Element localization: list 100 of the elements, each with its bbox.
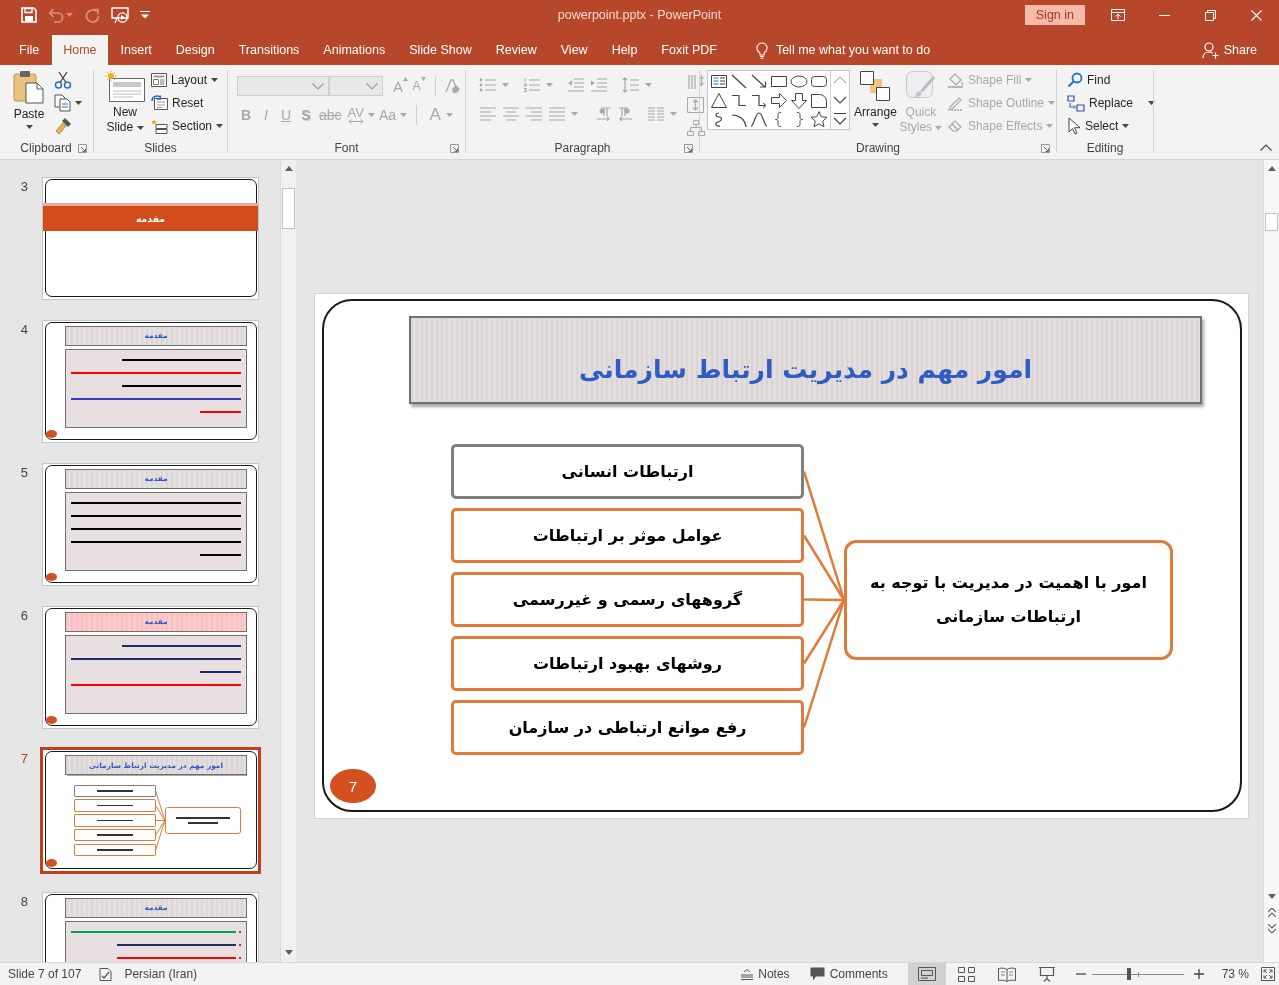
close-icon[interactable] xyxy=(1250,9,1262,21)
arrow-up-icon[interactable] xyxy=(1267,165,1276,171)
slide-number: 5 xyxy=(20,466,28,480)
ribbon-tab[interactable]: Review xyxy=(484,35,548,65)
group-label: Font xyxy=(334,141,359,155)
launcher-icon[interactable] xyxy=(78,143,87,153)
triangle-icon[interactable] xyxy=(709,91,729,110)
ribbon-tab[interactable]: View xyxy=(549,35,599,65)
window-title: powerpoint.pptx - PowerPoint xyxy=(557,8,722,22)
double-chevron-up-icon[interactable] xyxy=(1267,907,1276,917)
tell-me-field[interactable]: Tell me what you want to do xyxy=(775,43,976,57)
notes-button[interactable]: Notes xyxy=(741,963,790,985)
replace-button[interactable]: Replace xyxy=(1067,91,1156,114)
comments-button[interactable]: Comments xyxy=(809,963,888,985)
layout-button[interactable]: Layout xyxy=(151,68,224,91)
caret-icon xyxy=(216,123,224,128)
caret-icon xyxy=(935,125,943,130)
ribbon-tab[interactable]: Animations xyxy=(312,35,397,65)
star-icon[interactable] xyxy=(809,110,829,129)
down-arrow-icon[interactable] xyxy=(789,91,809,110)
notes-icon xyxy=(741,968,754,980)
arrange-button[interactable]: Arrange xyxy=(852,65,899,127)
dropdown-icon[interactable] xyxy=(140,11,150,19)
zoom-level[interactable]: 73 % xyxy=(1221,967,1249,981)
language-indicator[interactable]: Persian (Iran) xyxy=(124,967,198,981)
comment-icon xyxy=(809,967,825,981)
text-line xyxy=(97,834,133,836)
paste-button[interactable]: Paste xyxy=(8,65,50,129)
ribbon-display-icon[interactable] xyxy=(1111,9,1125,21)
scroll-thumb[interactable] xyxy=(282,188,295,229)
plus-icon[interactable] xyxy=(1193,969,1204,979)
arrow-down-icon[interactable] xyxy=(1267,893,1276,899)
ribbon-tab[interactable]: Slide Show xyxy=(398,35,483,65)
find-button[interactable]: Find xyxy=(1067,68,1156,91)
section-icon xyxy=(151,117,168,134)
arrow-line-icon[interactable] xyxy=(749,72,769,91)
replace-icon xyxy=(1067,93,1085,112)
copy-icon[interactable] xyxy=(54,93,71,112)
chevron-down-icon xyxy=(366,82,378,90)
ribbon-tab[interactable]: File xyxy=(8,35,51,65)
caret-icon xyxy=(211,77,219,82)
caret-icon xyxy=(1148,100,1156,105)
select-button[interactable]: Select xyxy=(1067,114,1156,137)
ribbon-tab[interactable]: Transitions xyxy=(227,35,311,65)
paint-bucket-icon xyxy=(946,71,964,88)
group-label: Slides xyxy=(144,141,177,155)
double-chevron-down-icon[interactable] xyxy=(1267,923,1276,933)
save-icon[interactable] xyxy=(21,7,37,23)
scroll-thumb[interactable] xyxy=(1265,213,1278,231)
chevron-down-icon xyxy=(312,82,324,90)
ribbon-tab[interactable]: Foxit PDF xyxy=(650,35,728,65)
ribbon-tab[interactable]: Home xyxy=(52,35,108,65)
minus-icon[interactable] xyxy=(1075,973,1086,975)
restore-icon[interactable] xyxy=(1204,9,1216,21)
projector-screen-icon xyxy=(1037,966,1056,982)
text-line xyxy=(97,849,133,851)
slider-thumb[interactable] xyxy=(1126,968,1131,980)
text-box-icon[interactable] xyxy=(709,72,729,91)
topic-node: رفع موانع ارتباطی در سازمان xyxy=(451,700,804,755)
ribbon-tab[interactable]: Insert xyxy=(109,35,163,65)
fit-to-window-icon[interactable] xyxy=(1261,967,1275,981)
share-button[interactable]: Share xyxy=(1201,35,1257,65)
caret-icon xyxy=(1046,123,1054,128)
minimize-icon[interactable] xyxy=(1158,14,1170,16)
cursor-icon xyxy=(1067,116,1081,135)
rounded-corner-shape-icon[interactable] xyxy=(809,91,829,110)
scissors-icon[interactable] xyxy=(54,70,72,89)
ribbon-tab[interactable]: Design xyxy=(164,35,226,65)
section-button[interactable]: Section xyxy=(151,114,224,137)
lightbulb-icon[interactable] xyxy=(755,41,768,59)
arrow-up-icon[interactable] xyxy=(284,165,293,171)
reset-icon xyxy=(151,95,168,110)
ribbon-tab[interactable]: Help xyxy=(600,35,649,65)
slide-counter: Slide 7 of 107 xyxy=(8,967,82,981)
paintbrush-icon[interactable] xyxy=(54,116,72,135)
launcher-icon[interactable] xyxy=(450,143,459,153)
arrow-down-icon[interactable] xyxy=(284,949,293,955)
launcher-icon[interactable] xyxy=(684,143,693,153)
caret-icon xyxy=(136,125,144,130)
launcher-icon[interactable] xyxy=(1041,143,1050,153)
slide-thumbnail[interactable]: مقدمه xyxy=(42,177,259,300)
oval-icon[interactable] xyxy=(789,72,809,91)
normal-view-button[interactable] xyxy=(907,963,946,985)
scrollbar[interactable] xyxy=(1263,160,1279,962)
reset-button[interactable]: Reset xyxy=(151,91,224,114)
scrollbar[interactable] xyxy=(280,160,296,962)
curve-icon[interactable] xyxy=(749,110,769,129)
grid-icon xyxy=(958,966,976,982)
new-slide-button[interactable]: New Slide xyxy=(101,65,149,135)
summary-node: امور با اهمیت در مدیریت با توجه به ارتباطات سازمانی xyxy=(844,540,1173,660)
overlapping-squares-icon xyxy=(859,70,892,102)
presentation-icon[interactable] xyxy=(111,6,129,24)
double-arrow-icon xyxy=(347,118,364,124)
group-label: Clipboard xyxy=(20,141,72,155)
caret-icon[interactable] xyxy=(75,100,82,105)
right-arrow-icon[interactable] xyxy=(769,91,789,110)
sign-in-button[interactable]: Sign in xyxy=(1024,5,1085,25)
line-icon[interactable] xyxy=(729,72,749,91)
chevron-up-icon[interactable] xyxy=(1260,144,1272,151)
text-line xyxy=(175,817,230,819)
